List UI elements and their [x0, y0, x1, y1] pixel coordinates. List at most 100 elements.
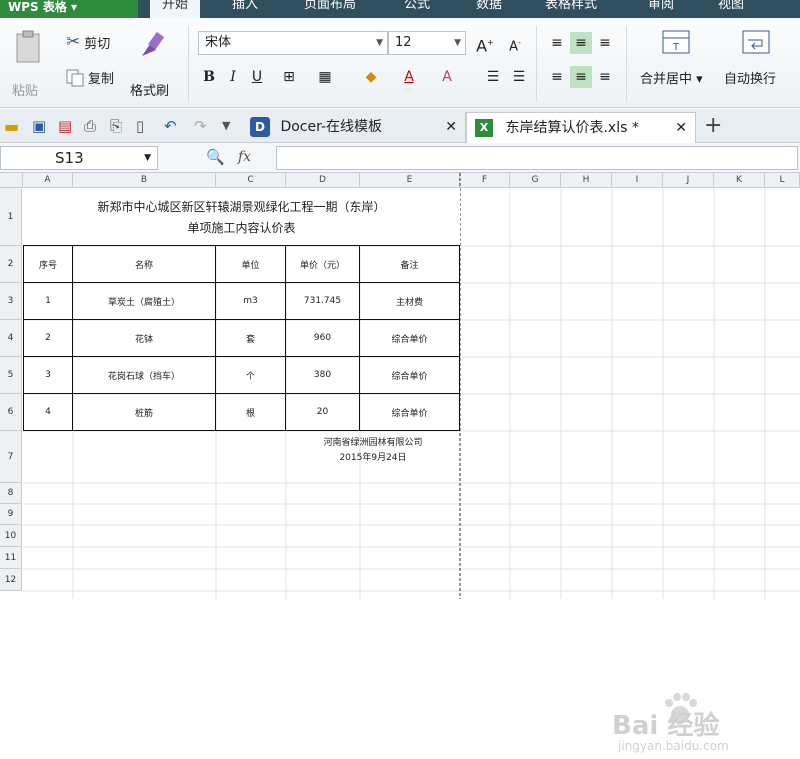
tab-review[interactable]: 审阅: [648, 0, 674, 18]
table-cell[interactable]: 综合单价: [360, 320, 460, 357]
underline-icon[interactable]: U: [246, 66, 268, 88]
border-icon[interactable]: ⊞: [278, 66, 300, 88]
row-header-7[interactable]: 7: [0, 431, 22, 483]
clear-format-icon[interactable]: A: [436, 66, 458, 88]
tab-page-layout[interactable]: 页面布局: [304, 0, 356, 18]
footer-signature[interactable]: 河南省绿洲园林有限公司 2015年9月24日: [286, 435, 460, 475]
row-header-8[interactable]: 8: [0, 483, 22, 504]
font-color-icon[interactable]: A: [398, 66, 420, 88]
table-cell[interactable]: 2: [23, 320, 73, 357]
table-cell[interactable]: 套: [216, 320, 286, 357]
indent-increase-icon[interactable]: ☰: [508, 66, 530, 88]
table-cell[interactable]: 花钵: [73, 320, 216, 357]
row-header-11[interactable]: 11: [0, 547, 22, 569]
fx-icon[interactable]: fx: [238, 149, 251, 165]
row-header-10[interactable]: 10: [0, 525, 22, 547]
table-cell[interactable]: 花岗石球（挡车）: [73, 357, 216, 394]
row-header-2[interactable]: 2: [0, 246, 22, 283]
table-cell[interactable]: 主材费: [360, 283, 460, 320]
preview-icon[interactable]: ▯: [136, 117, 154, 135]
row-header-12[interactable]: 12: [0, 569, 22, 591]
increase-font-icon[interactable]: A+: [474, 32, 496, 55]
table-cell[interactable]: 1: [23, 283, 73, 320]
pdf-icon[interactable]: ▤: [58, 117, 76, 135]
align-right-icon[interactable]: ≡: [594, 66, 616, 88]
column-header-g[interactable]: G: [510, 173, 561, 188]
table-cell[interactable]: 综合单价: [360, 394, 460, 431]
align-top-icon[interactable]: ≡: [546, 32, 568, 54]
table-cell[interactable]: 731.745: [286, 283, 360, 320]
merge-center-button[interactable]: T 合并居中 ▾: [636, 28, 718, 98]
save-icon[interactable]: ▣: [32, 117, 50, 135]
align-middle-icon[interactable]: ≡: [570, 32, 592, 54]
tab-table-style[interactable]: 表格样式: [545, 0, 597, 18]
fill-color-icon[interactable]: ◆: [360, 66, 382, 88]
indent-decrease-icon[interactable]: ☰: [482, 66, 504, 88]
row-header-6[interactable]: 6: [0, 394, 22, 431]
zoom-icon[interactable]: 🔍: [206, 148, 225, 166]
column-header-e[interactable]: E: [360, 173, 460, 188]
tab-view[interactable]: 视图: [718, 0, 744, 18]
tab-home[interactable]: 开始: [150, 0, 201, 18]
redo-icon[interactable]: ↷: [194, 117, 212, 135]
close-icon[interactable]: ✕: [445, 112, 457, 142]
print-icon[interactable]: ⎙: [84, 117, 102, 135]
table-cell[interactable]: 桩筋: [73, 394, 216, 431]
table-cell[interactable]: 4: [23, 394, 73, 431]
sheet-title[interactable]: 新郑市中心城区新区轩辕湖景观绿化工程一期（东岸） 单项施工内容认价表: [23, 188, 460, 246]
align-bottom-icon[interactable]: ≡: [594, 32, 616, 54]
table-cell[interactable]: 综合单价: [360, 357, 460, 394]
tab-formulas[interactable]: 公式: [404, 0, 430, 18]
bold-icon[interactable]: B: [198, 66, 220, 88]
open-folder-icon[interactable]: ▬: [4, 117, 22, 136]
format-painter-button[interactable]: 格式刷: [128, 28, 178, 99]
paste-button[interactable]: 粘贴: [8, 28, 52, 99]
print-preview-icon[interactable]: ⎘: [110, 117, 128, 135]
name-box[interactable]: S13 ▼: [0, 146, 158, 170]
column-header-j[interactable]: J: [663, 173, 714, 188]
row-header-5[interactable]: 5: [0, 357, 22, 394]
column-header-d[interactable]: D: [286, 173, 360, 188]
row-header-3[interactable]: 3: [0, 283, 22, 320]
formula-input[interactable]: [276, 146, 798, 170]
table-style-icon[interactable]: ▦: [314, 66, 336, 88]
italic-icon[interactable]: I: [222, 66, 244, 88]
align-left-icon[interactable]: ≡: [546, 66, 568, 88]
cut-button[interactable]: ✂ 剪切: [66, 32, 110, 52]
customize-toolbar-icon[interactable]: ▼: [222, 119, 240, 137]
app-menu-button[interactable]: WPS 表格 ▾: [0, 0, 138, 18]
header-cell[interactable]: 单价（元）: [286, 246, 360, 283]
copy-button[interactable]: 复制: [66, 68, 114, 87]
font-size-select[interactable]: 12 ▼: [388, 31, 466, 55]
wrap-text-button[interactable]: 自动换行: [722, 28, 792, 98]
column-header-h[interactable]: H: [561, 173, 612, 188]
tab-insert[interactable]: 插入: [232, 0, 258, 18]
table-cell[interactable]: m3: [216, 283, 286, 320]
column-header-l[interactable]: L: [765, 173, 800, 188]
header-cell[interactable]: 备注: [360, 246, 460, 283]
column-header-b[interactable]: B: [73, 173, 216, 188]
decrease-font-icon[interactable]: A-: [504, 32, 526, 54]
column-header-k[interactable]: K: [714, 173, 765, 188]
header-cell[interactable]: 名称: [73, 246, 216, 283]
tab-docer-templates[interactable]: D Docer-在线模板 ✕: [244, 112, 466, 143]
close-icon[interactable]: ✕: [675, 113, 687, 143]
column-header-c[interactable]: C: [216, 173, 286, 188]
table-cell[interactable]: 20: [286, 394, 360, 431]
tab-data[interactable]: 数据: [476, 0, 502, 18]
table-cell[interactable]: 个: [216, 357, 286, 394]
table-cell[interactable]: 960: [286, 320, 360, 357]
table-cell[interactable]: 380: [286, 357, 360, 394]
column-header-i[interactable]: I: [612, 173, 663, 188]
tab-active-spreadsheet[interactable]: X 东岸结算认价表.xls * ✕: [466, 112, 696, 143]
header-cell[interactable]: 序号: [23, 246, 73, 283]
row-header-1[interactable]: 1: [0, 188, 22, 246]
new-tab-icon[interactable]: +: [704, 113, 722, 138]
undo-icon[interactable]: ↶: [164, 117, 182, 135]
table-cell[interactable]: 根: [216, 394, 286, 431]
select-all-corner[interactable]: [0, 173, 23, 188]
column-header-f[interactable]: F: [460, 173, 510, 188]
align-center-icon[interactable]: ≡: [570, 66, 592, 88]
table-cell[interactable]: 3: [23, 357, 73, 394]
row-header-4[interactable]: 4: [0, 320, 22, 357]
